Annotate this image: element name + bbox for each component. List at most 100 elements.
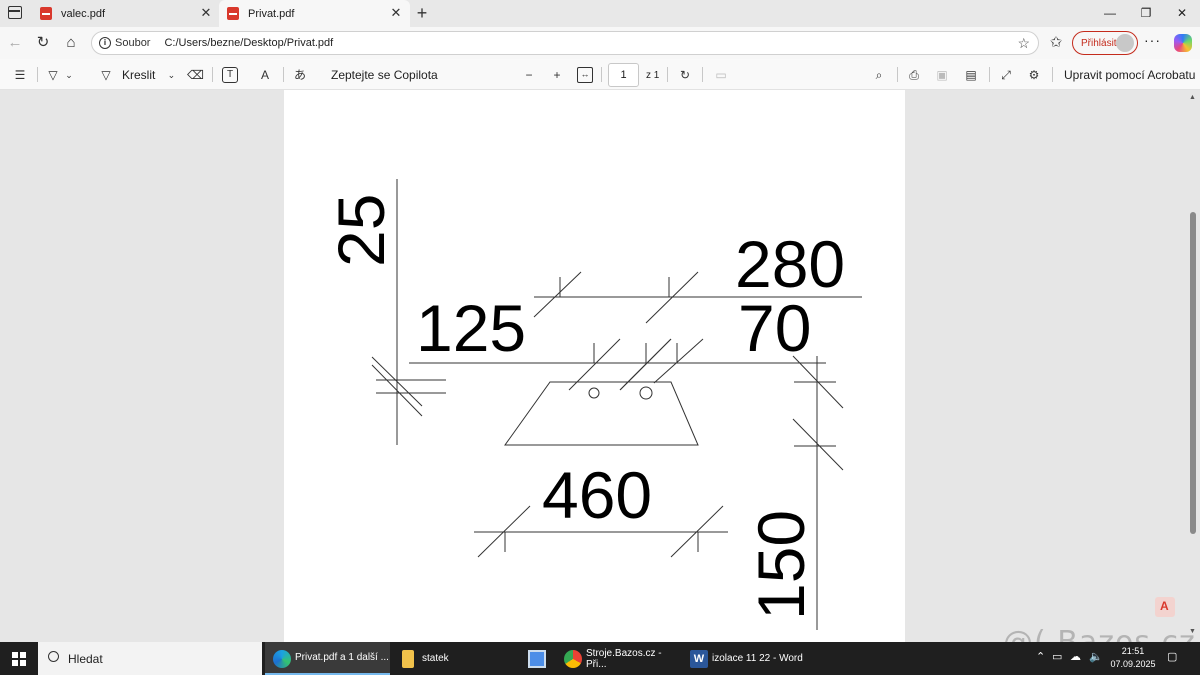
- divider: [667, 67, 668, 82]
- display-icon[interactable]: ▭: [1052, 650, 1062, 663]
- divider: [702, 67, 703, 82]
- more-options-icon[interactable]: ···: [1144, 32, 1161, 48]
- rotate-icon[interactable]: ↻: [677, 66, 693, 84]
- volume-icon[interactable]: 🔈: [1089, 650, 1103, 663]
- favorite-star-icon[interactable]: ☆: [1017, 35, 1030, 52]
- navigation-bar: ← ↻ ⌂ i Soubor C:/Users/bezne/Desktop/Pr…: [0, 27, 1200, 59]
- notifications-icon[interactable]: ▢: [1167, 650, 1177, 663]
- task-word[interactable]: W izolace 11 22 - Word: [682, 642, 807, 675]
- tab-privat[interactable]: Privat.pdf ✕: [219, 0, 410, 27]
- minimize-button[interactable]: —: [1095, 3, 1125, 23]
- dimension-25: 25: [324, 194, 398, 267]
- dimension-460: 460: [542, 458, 652, 532]
- pdf-viewer[interactable]: 25 280 125 70 460 150 ▲ ▼: [0, 90, 1200, 642]
- search-icon[interactable]: ⌕: [871, 66, 887, 84]
- divider: [897, 67, 898, 82]
- edit-with-acrobat-button[interactable]: Upravit pomocí Acrobatu: [1064, 66, 1195, 84]
- taskbar: Hledat Privat.pdf a 1 další ... statek S…: [0, 642, 1200, 675]
- zoom-out-icon[interactable]: −: [521, 66, 537, 84]
- folder-icon: [402, 650, 414, 668]
- address-bar[interactable]: i Soubor C:/Users/bezne/Desktop/Privat.p…: [91, 31, 1039, 55]
- ask-copilot-button[interactable]: Zeptejte se Copilota: [331, 66, 438, 84]
- eraser-icon[interactable]: ⌫: [187, 66, 204, 84]
- chevron-up-icon[interactable]: ⌃: [1036, 650, 1045, 663]
- close-window-button[interactable]: ✕: [1167, 3, 1197, 23]
- favorites-icon[interactable]: ✩: [1046, 33, 1066, 53]
- divider: [601, 67, 602, 82]
- back-icon[interactable]: ←: [5, 33, 25, 53]
- signin-button[interactable]: Přihlásit: [1072, 31, 1138, 55]
- dimension-70: 70: [738, 291, 811, 365]
- page-view-icon[interactable]: ▭: [713, 66, 729, 84]
- task-label: statek: [422, 653, 449, 664]
- tab-strip: valec.pdf ✕ Privat.pdf ✕ + — ❐ ✕: [0, 0, 1200, 27]
- new-tab-button[interactable]: +: [412, 3, 432, 23]
- maximize-button[interactable]: ❐: [1131, 3, 1161, 23]
- vertical-scrollbar[interactable]: ▲ ▼: [1186, 90, 1200, 642]
- copilot-icon[interactable]: [1174, 34, 1192, 52]
- pdf-file-icon: [40, 7, 52, 20]
- print-icon[interactable]: ⎙: [906, 66, 922, 84]
- save-as-icon[interactable]: ▤: [963, 66, 979, 84]
- translate-icon[interactable]: あ: [292, 66, 308, 84]
- dimension-280: 280: [735, 227, 845, 301]
- clock[interactable]: 21:51 07.09.2025: [1108, 645, 1158, 671]
- task-edge[interactable]: Privat.pdf a 1 další ...: [265, 642, 390, 675]
- info-icon[interactable]: i: [99, 37, 111, 49]
- divider: [1052, 67, 1053, 82]
- task-label: Stroje.Bazos.cz - Při...: [586, 647, 662, 670]
- technical-drawing: 25 280 125 70 460 150: [324, 179, 862, 630]
- tab-actions-icon[interactable]: [8, 6, 22, 19]
- tab-title: Privat.pdf: [248, 7, 295, 20]
- divider: [37, 67, 38, 82]
- task-explorer[interactable]: statek: [392, 642, 514, 675]
- edge-icon: [273, 650, 291, 668]
- tab-valec[interactable]: valec.pdf ✕: [32, 0, 220, 27]
- task-label: izolace 11 22 - Word: [712, 653, 803, 664]
- save-icon[interactable]: ▣: [934, 66, 950, 84]
- clock-time: 21:51: [1121, 646, 1145, 656]
- signin-label: Přihlásit: [1081, 37, 1117, 49]
- pen-icon: ▽: [101, 68, 111, 82]
- scroll-thumb[interactable]: [1190, 212, 1196, 534]
- divider: [212, 67, 213, 82]
- search-icon: [48, 651, 59, 662]
- scroll-up-icon[interactable]: ▲: [1189, 94, 1196, 101]
- word-icon: W: [690, 650, 708, 668]
- url-text[interactable]: C:/Users/bezne/Desktop/Privat.pdf: [164, 37, 333, 49]
- divider: [283, 67, 284, 82]
- dimension-150: 150: [744, 510, 818, 620]
- draw-button[interactable]: ▽ Kreslit ⌄: [98, 66, 179, 84]
- settings-gear-icon[interactable]: ⚙: [1026, 66, 1042, 84]
- site-label: Soubor: [115, 37, 151, 49]
- home-icon[interactable]: ⌂: [61, 33, 81, 53]
- read-aloud-icon[interactable]: A: [257, 66, 273, 84]
- fullscreen-icon[interactable]: ⤢: [998, 66, 1014, 84]
- highlight-icon[interactable]: ▽ ⌄: [45, 66, 77, 84]
- avatar: [1116, 34, 1134, 52]
- pdf-page: 25 280 125 70 460 150: [284, 90, 905, 642]
- fit-page-icon[interactable]: ↔: [577, 66, 593, 84]
- close-tab-icon[interactable]: ✕: [198, 5, 214, 21]
- windows-start-icon[interactable]: [12, 652, 26, 666]
- task-view[interactable]: [520, 642, 554, 675]
- refresh-icon[interactable]: ↻: [33, 33, 53, 53]
- dimension-125: 125: [416, 291, 526, 365]
- taskbar-search[interactable]: Hledat: [38, 642, 262, 675]
- task-label: Privat.pdf a 1 další ...: [295, 652, 389, 663]
- pdf-toolbar: ☰ ▽ ⌄ ▽ Kreslit ⌄ ⌫ T A あ Zeptejte se Cop…: [0, 59, 1200, 90]
- divider: [989, 67, 990, 82]
- page-total: z 1: [646, 69, 660, 81]
- cloud-icon[interactable]: ☁: [1070, 650, 1081, 663]
- task-view-icon: [528, 650, 546, 668]
- search-label: Hledat: [68, 651, 103, 666]
- zoom-in-icon[interactable]: +: [549, 66, 565, 84]
- chrome-icon: [564, 650, 582, 668]
- text-box-icon[interactable]: T: [222, 66, 238, 84]
- contents-icon[interactable]: ☰: [12, 66, 28, 84]
- page-number-input[interactable]: 1: [608, 63, 639, 87]
- task-chrome[interactable]: Stroje.Bazos.cz - Při...: [556, 642, 680, 675]
- acrobat-icon[interactable]: [1155, 597, 1175, 617]
- close-tab-icon[interactable]: ✕: [388, 5, 404, 21]
- chevron-down-icon: ⌄: [167, 70, 176, 80]
